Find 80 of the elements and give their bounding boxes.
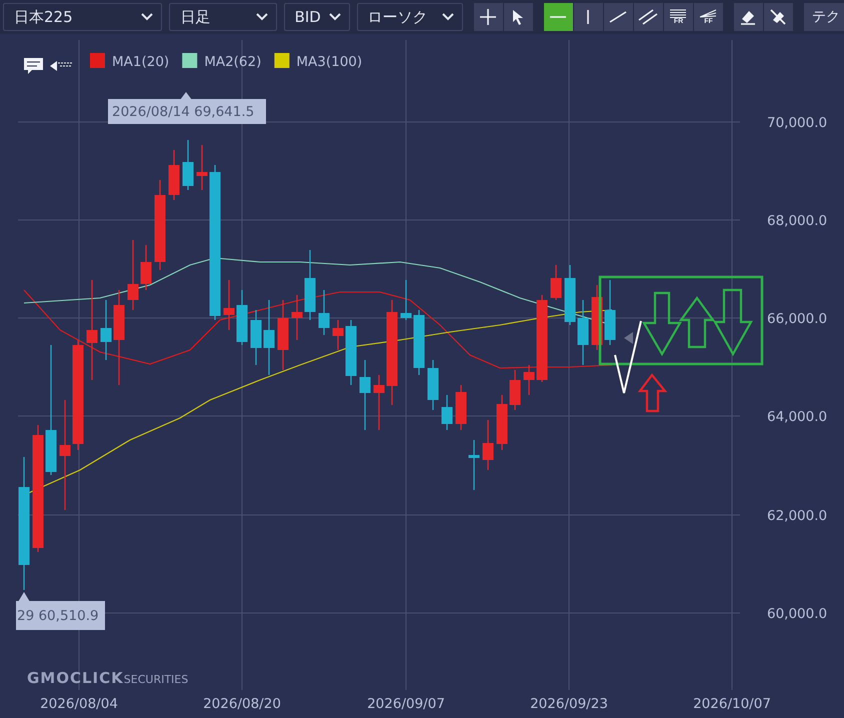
candlestick [456,385,466,430]
candlestick [250,310,262,365]
candlestick [168,150,180,200]
price-pointer-icon [624,332,633,344]
caret-icon [141,13,154,21]
up-arrow-annotation [678,296,716,348]
parallel-lines-icon [638,9,658,25]
candlestick [346,320,356,385]
candlestick [604,280,616,345]
legend-label: MA3(100) [296,54,362,70]
legend-label: MA1(20) [112,54,170,70]
vertical-line-icon [586,9,590,25]
candlestick [550,265,562,300]
dropdown[interactable]: ローソク [356,3,463,31]
caret-icon [328,13,341,21]
candlestick [182,140,194,190]
dropdown[interactable]: 日足 [169,3,277,31]
cursor-icon [511,9,526,25]
y-axis-label: 68,000.0 [767,213,828,229]
drawing-tool-button[interactable] [634,3,663,31]
low-price-label: 29 60,510.9 [17,608,99,624]
menu-button[interactable]: テク [804,3,844,31]
caret-icon [442,13,454,21]
eraser-icon [739,8,758,26]
candlestick [592,285,602,350]
comment-icon[interactable] [24,58,43,74]
drawing-tool-button[interactable] [734,3,763,31]
y-axis-label: 66,000.0 [767,311,828,327]
candlestick [524,365,534,395]
candlestick [468,440,480,490]
candlestick [224,280,234,330]
drawing-tool-button[interactable] [474,3,503,31]
candlestick [236,290,248,345]
down-arrow-annotation [713,288,753,356]
candlestick [400,280,412,320]
candlestick [428,360,438,410]
x-axis-label: 2026/08/20 [203,696,281,712]
candlestick [278,300,288,370]
y-axis-label: 70,000.0 [767,115,828,131]
drawing-tool-button[interactable] [764,3,793,31]
candlestick [140,245,152,290]
candlestick [360,360,370,430]
high-price-label: 2026/08/14 69,641.5 [112,104,254,120]
trend-line-icon [609,11,628,23]
drawing-tool-button[interactable] [574,3,603,31]
collapse-arrow-icon[interactable] [50,61,72,71]
horizontal-line-icon [549,15,568,19]
candlestick [332,320,344,350]
up-arrow-annotation [638,373,668,412]
x-axis-label: 2026/10/07 [693,696,771,712]
candlestick [318,290,330,335]
x-axis-label: 2026/09/07 [367,696,445,712]
candlestick [128,240,138,310]
dropdown[interactable]: 日本225 [3,3,162,31]
candlestick [414,310,424,375]
drawing-tool-button[interactable] [604,3,633,31]
candlestick [578,300,588,365]
logo-text: GMOCLICKSECURITIES [27,669,188,687]
crosshair-icon [479,8,498,26]
hidden-pen-icon [769,8,788,26]
candlestick [304,250,316,320]
y-axis-label: 62,000.0 [767,508,828,524]
candlestick [564,265,576,325]
candlestick [510,370,520,410]
dropdown[interactable]: BID [284,3,350,31]
y-axis-label: 60,000.0 [767,606,828,622]
y-axis-label: 64,000.0 [767,409,828,425]
x-axis-label: 2026/09/23 [530,696,608,712]
candlestick [374,375,384,430]
caret-icon [256,13,268,21]
x-axis-label: 2026/08/04 [40,696,118,712]
drawing-tool-button[interactable] [504,3,533,31]
candlestick [496,395,508,450]
candlestick [196,145,208,190]
candlestick [482,420,494,470]
down-arrow-annotation [642,292,682,356]
candlestick [292,295,302,340]
candlestick [442,395,452,430]
legend-label: MA2(62) [204,54,262,70]
candlestick [100,300,112,360]
